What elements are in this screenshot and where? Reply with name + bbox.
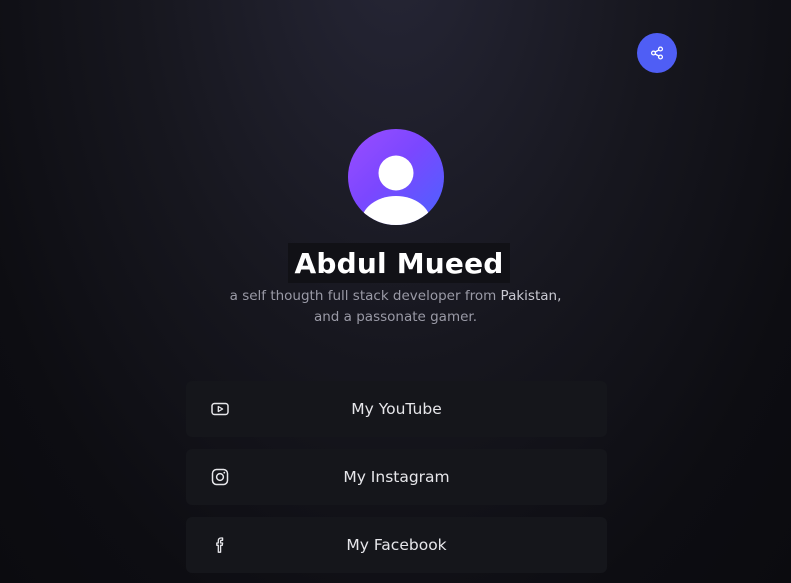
share-button[interactable] — [637, 33, 677, 73]
youtube-icon — [210, 399, 230, 419]
instagram-icon — [210, 467, 230, 487]
facebook-icon — [210, 535, 230, 555]
bio-prefix: a self thougth full stack developer from — [229, 288, 497, 304]
youtube-link-button[interactable]: My YouTube — [186, 381, 607, 437]
instagram-link-label: My Instagram — [343, 468, 450, 486]
youtube-link-label: My YouTube — [351, 400, 442, 418]
profile-bio: a self thougth full stack developer from… — [200, 286, 591, 328]
bio-country: Pakistan, — [500, 288, 562, 304]
user-silhouette-icon — [361, 155, 431, 225]
avatar — [348, 129, 444, 225]
instagram-link-button[interactable]: My Instagram — [186, 449, 607, 505]
facebook-link-button[interactable]: My Facebook — [186, 517, 607, 573]
bio-line-1: a self thougth full stack developer from… — [200, 286, 591, 307]
profile-name-container: Abdul Mueed — [288, 243, 510, 283]
profile-name: Abdul Mueed — [294, 246, 504, 280]
facebook-link-label: My Facebook — [346, 536, 447, 554]
links-list: My YouTube My Instagram My Facebook — [186, 381, 607, 583]
share-icon — [650, 46, 664, 60]
bio-line-2: and a passonate gamer. — [313, 309, 478, 325]
